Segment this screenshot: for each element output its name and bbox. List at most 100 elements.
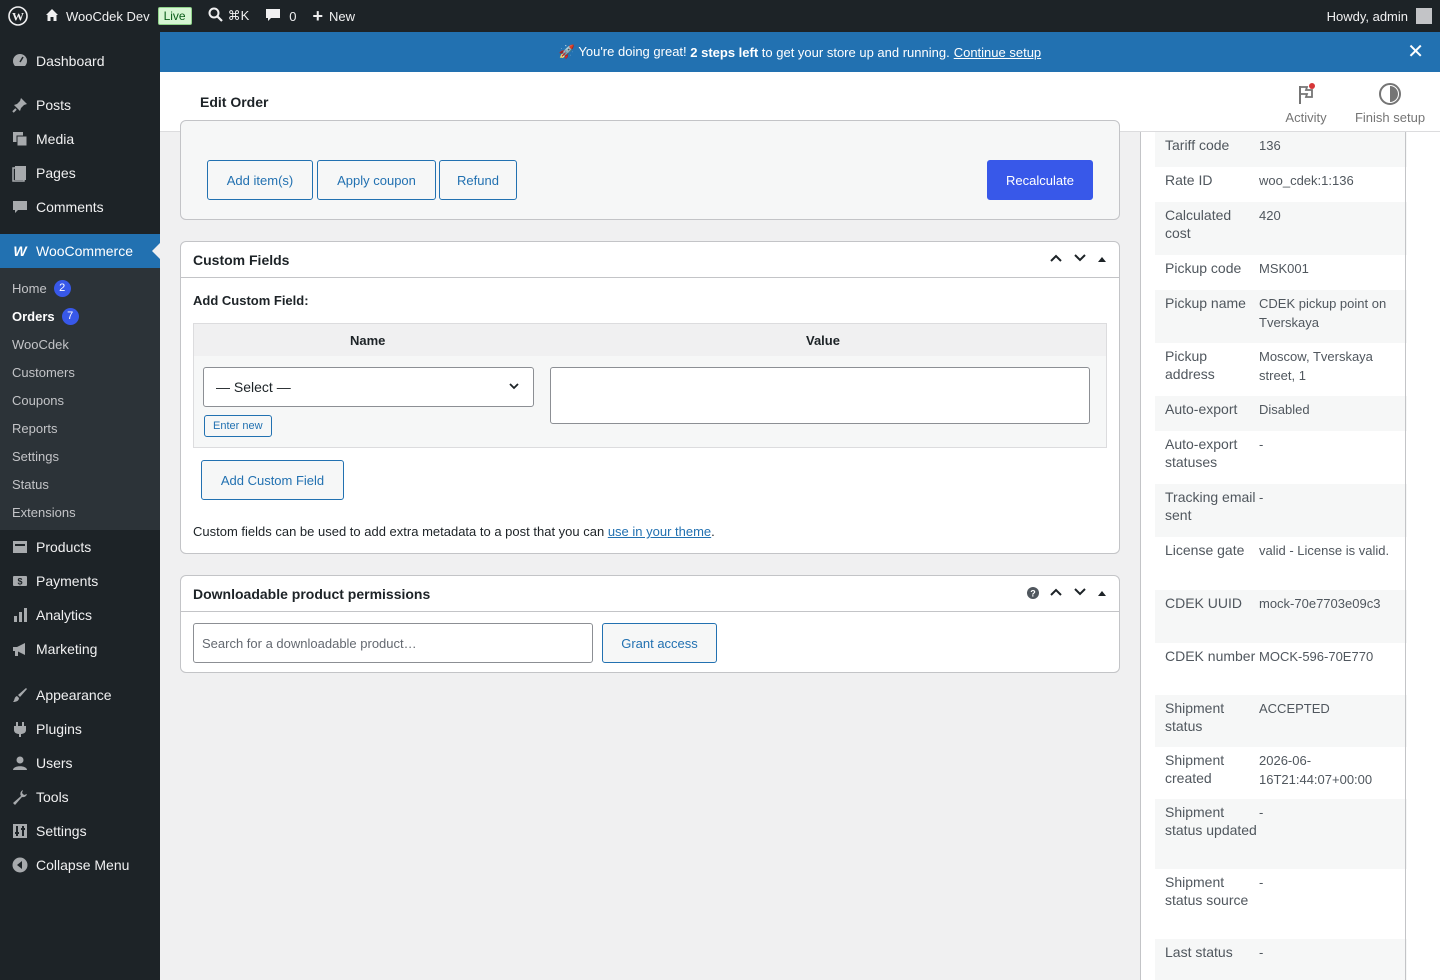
meta-value: Moscow, Tverskaya street, 1 [1259,349,1373,383]
menu-label: Dashboard [36,53,105,69]
continue-setup-link[interactable]: Continue setup [954,45,1041,60]
menu-label: Analytics [36,607,93,623]
menu-analytics[interactable]: Analytics [0,598,160,632]
my-account-link[interactable]: Howdy, admin [1327,8,1440,24]
move-up-icon[interactable] [1049,251,1063,268]
submenu-orders[interactable]: Orders 7 [0,302,160,330]
submenu-reports[interactable]: Reports [0,414,160,442]
add-custom-field-button[interactable]: Add Custom Field [201,460,344,500]
enter-new-button[interactable]: Enter new [204,415,272,437]
meta-value: - [1259,490,1264,505]
menu-marketing[interactable]: Marketing [0,632,160,666]
wordpress-logo-icon[interactable]: W [0,0,36,32]
help-text-before: Custom fields can be used to add extra m… [193,524,608,539]
finish-setup-button[interactable]: Finish setup [1345,80,1435,128]
meta-value: MOCK-596-70E770 [1259,649,1374,664]
menu-woocommerce[interactable]: W WooCommerce [0,234,160,268]
value-column-header: Value [806,333,840,348]
meta-key: Pickup code [1165,260,1242,276]
meta-row: Pickup name CDEK pickup point on Tverskay… [1155,290,1407,343]
submenu-coupons[interactable]: Coupons [0,386,160,414]
downloadable-permissions-panel: Downloadable product permissions ? Searc… [180,575,1120,673]
menu-appearance[interactable]: Appearance [0,678,160,712]
menu-users[interactable]: Users [0,746,160,780]
recalculate-button[interactable]: Recalculate [987,160,1093,200]
avatar [1416,8,1432,24]
use-in-theme-link[interactable]: use in your theme [608,524,711,539]
meta-row: Auto-export Disabled [1155,396,1407,431]
submenu-status[interactable]: Status [0,470,160,498]
move-down-icon[interactable] [1073,251,1087,268]
menu-media[interactable]: Media [0,122,160,156]
move-up-icon[interactable] [1049,585,1063,602]
menu-payments[interactable]: $ Payments [0,564,160,598]
menu-dashboard[interactable]: Dashboard [0,44,160,78]
new-label: New [329,8,356,24]
submenu-label: Customers [12,364,75,380]
menu-plugins[interactable]: Plugins [0,712,160,746]
woocommerce-submenu: Home 2 Orders 7 WooCdek Customers Coupons … [0,268,160,530]
select-value: — Select — [216,379,291,395]
site-name-link[interactable]: WooCdek Dev Live [36,0,200,32]
meta-value: MSK001 [1259,261,1309,276]
woocommerce-icon: W [13,243,27,259]
menu-label: Marketing [36,641,98,657]
custom-field-value-textarea[interactable] [550,367,1090,424]
meta-key: Pickup address [1165,348,1215,382]
meta-key: Shipment status [1165,700,1225,734]
menu-comments[interactable]: Comments [0,190,160,224]
submenu-extensions[interactable]: Extensions [0,498,160,526]
collapse-menu-button[interactable]: Collapse Menu [0,848,160,882]
meta-value: - [1259,875,1264,890]
menu-pages[interactable]: Pages [0,156,160,190]
submenu-label: Reports [12,420,58,436]
home-icon [44,7,60,26]
close-icon[interactable]: ✕ [1407,42,1424,62]
move-down-icon[interactable] [1073,585,1087,602]
megaphone-icon [10,639,30,659]
meta-value: - [1259,805,1264,820]
help-icon[interactable]: ? [1027,586,1039,602]
submenu-woocdek[interactable]: WooCdek [0,330,160,358]
custom-field-table: Name Value — Select — Enter new [193,323,1107,448]
meta-row: Auto-export statuses - [1155,431,1407,484]
wrench-icon [10,787,30,807]
grant-access-button[interactable]: Grant access [602,623,717,663]
menu-label: Settings [36,823,87,839]
home-badge: 2 [53,279,71,297]
toggle-panel-icon[interactable] [1097,252,1107,268]
meta-value: 420 [1259,208,1281,223]
finish-setup-label: Finish setup [1354,110,1426,125]
menu-products[interactable]: Products [0,530,160,564]
submenu-customers[interactable]: Customers [0,358,160,386]
meta-row: Calculated cost 420 [1155,202,1407,255]
meta-value: Disabled [1259,402,1310,417]
downloadable-product-search-input[interactable]: Search for a downloadable product… [193,623,593,663]
command-search-button[interactable]: ⌘K [200,0,258,32]
apply-coupon-button[interactable]: Apply coupon [317,160,436,200]
meta-key: Shipment status source [1165,874,1249,908]
meta-row: Tracking email sent - [1155,484,1407,537]
comments-link[interactable]: 0 [257,0,304,32]
meta-row: Rate ID woo_cdek:1:136 [1155,167,1407,202]
meta-key: CDEK UUID [1165,595,1243,611]
custom-field-name-select[interactable]: — Select — [203,367,534,407]
toggle-panel-icon[interactable] [1097,586,1107,602]
new-content-link[interactable]: + New [305,0,364,32]
user-icon [10,753,30,773]
add-items-button[interactable]: Add item(s) [207,160,313,200]
comment-icon [265,7,281,26]
menu-label: Users [36,755,73,771]
menu-label: Tools [36,789,69,805]
menu-posts[interactable]: Posts [0,88,160,122]
activity-button[interactable]: Activity [1261,80,1351,128]
menu-tools[interactable]: Tools [0,780,160,814]
refund-button[interactable]: Refund [439,160,517,200]
menu-label: Comments [36,199,104,215]
submenu-settings[interactable]: Settings [0,442,160,470]
menu-settings[interactable]: Settings [0,814,160,848]
meta-row: Last status - [1155,939,1407,980]
submenu-home[interactable]: Home 2 [0,274,160,302]
svg-text:W: W [12,10,24,24]
page-title: Edit Order [200,94,269,110]
